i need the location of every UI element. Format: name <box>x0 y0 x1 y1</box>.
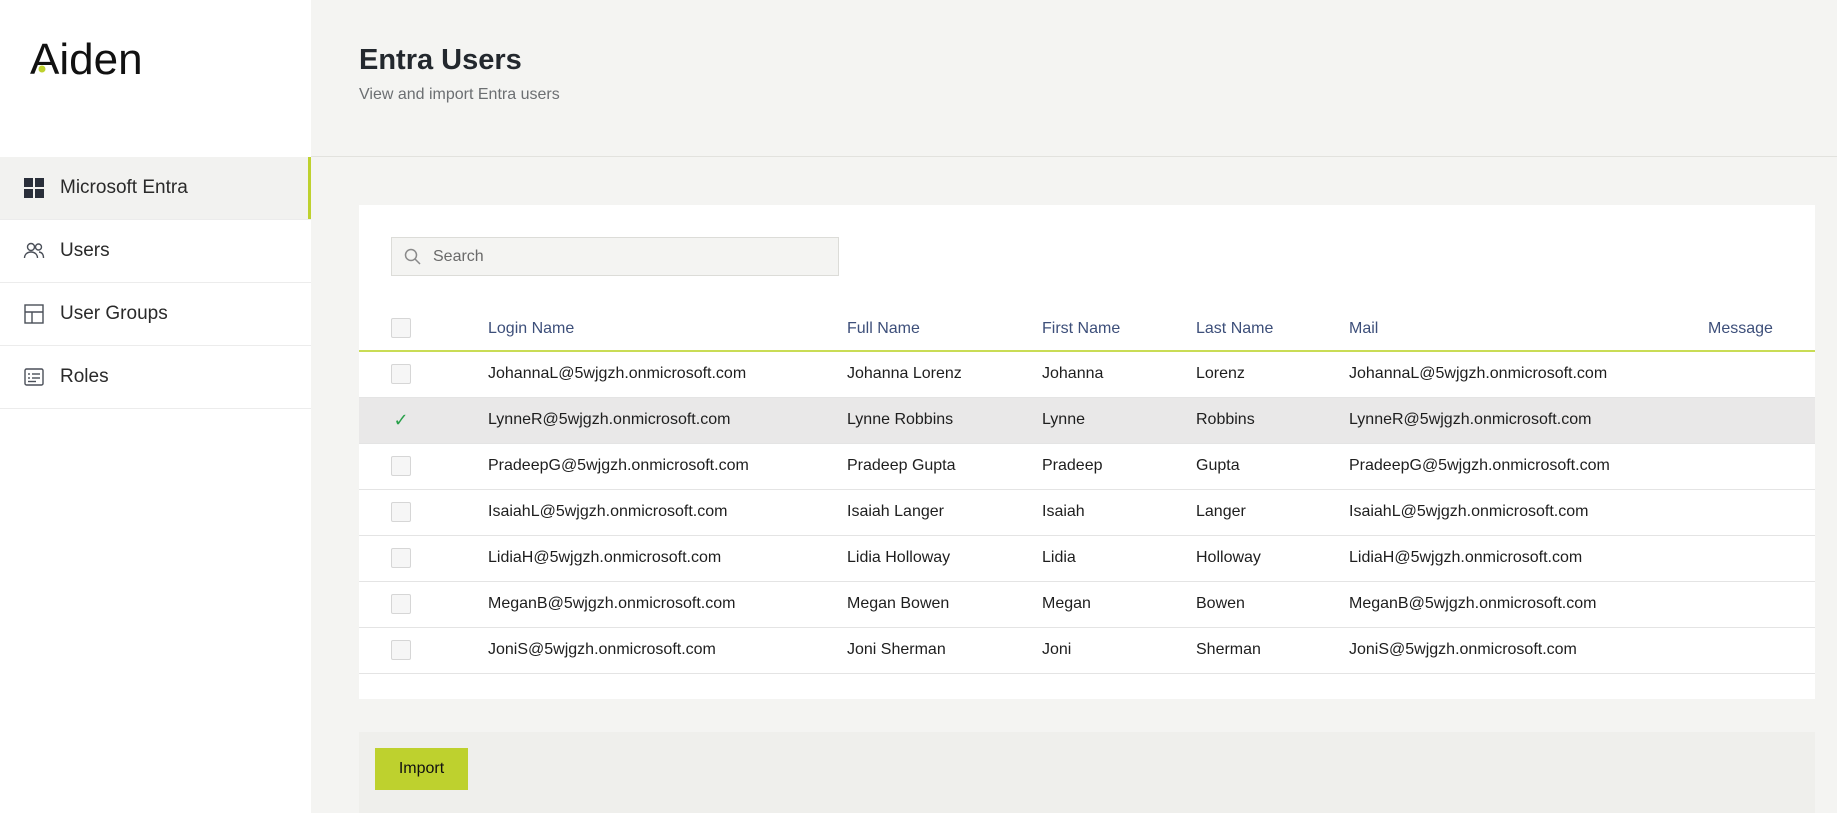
cell-mail: PradeepG@5wjgzh.onmicrosoft.com <box>1349 457 1610 474</box>
cell-full-name: Megan Bowen <box>847 595 950 612</box>
svg-text:Aiden: Aiden <box>30 38 143 84</box>
table-row[interactable]: LidiaH@5wjgzh.onmicrosoft.com Lidia Holl… <box>359 535 1815 581</box>
logo-mark: Aiden <box>30 38 143 84</box>
search-box[interactable] <box>391 237 839 276</box>
cell-login-name: JohannaL@5wjgzh.onmicrosoft.com <box>488 365 747 383</box>
row-checkbox[interactable] <box>391 594 411 614</box>
column-mail[interactable]: Mail <box>1349 305 1708 351</box>
cell-first-name: Isaiah <box>1042 503 1085 520</box>
cell-last-name: Sherman <box>1196 641 1261 658</box>
checkmark-icon[interactable]: ✓ <box>391 410 411 431</box>
row-checkbox[interactable] <box>391 456 411 476</box>
cell-first-name: Lidia <box>1042 549 1076 566</box>
column-message[interactable]: Message <box>1708 305 1815 351</box>
cell-mail: JoniS@5wjgzh.onmicrosoft.com <box>1349 641 1577 658</box>
cell-login-name: PradeepG@5wjgzh.onmicrosoft.com <box>488 457 749 474</box>
sidebar-item-user-groups[interactable]: User Groups <box>0 283 311 346</box>
select-all-cell <box>359 305 488 351</box>
action-bar: Import <box>359 732 1815 813</box>
cell-last-name: Robbins <box>1196 411 1255 428</box>
column-last-name[interactable]: Last Name <box>1196 305 1349 351</box>
sidebar-item-label: Roles <box>60 366 109 387</box>
page-header: Entra Users View and import Entra users <box>311 0 1837 157</box>
table-row[interactable]: IsaiahL@5wjgzh.onmicrosoft.com Isaiah La… <box>359 489 1815 535</box>
sidebar-item-label: Users <box>60 240 110 261</box>
cell-last-name: Lorenz <box>1196 365 1245 383</box>
sidebar: Aiden Microsoft Entra Users User Groups <box>0 0 311 813</box>
aiden-logo[interactable]: Aiden <box>30 38 178 84</box>
cell-login-name: LynneR@5wjgzh.onmicrosoft.com <box>488 411 731 428</box>
table-row[interactable]: JoniS@5wjgzh.onmicrosoft.com Joni Sherma… <box>359 627 1815 673</box>
cell-first-name: Pradeep <box>1042 457 1103 474</box>
cell-last-name: Langer <box>1196 503 1246 520</box>
cell-first-name: Megan <box>1042 595 1091 612</box>
row-checkbox[interactable] <box>391 364 411 385</box>
cell-message <box>1708 351 1815 397</box>
grid-icon <box>23 177 45 199</box>
cell-mail: MeganB@5wjgzh.onmicrosoft.com <box>1349 595 1597 612</box>
cell-first-name: Lynne <box>1042 411 1085 428</box>
row-checkbox[interactable] <box>391 502 411 522</box>
row-select-cell: ✓ <box>359 397 488 443</box>
table-row[interactable]: MeganB@5wjgzh.onmicrosoft.com Megan Bowe… <box>359 581 1815 627</box>
cell-full-name: Lynne Robbins <box>847 411 954 428</box>
select-all-checkbox[interactable] <box>391 318 411 338</box>
row-select-cell <box>359 489 488 535</box>
cell-mail: LidiaH@5wjgzh.onmicrosoft.com <box>1349 549 1583 566</box>
row-select-cell <box>359 627 488 673</box>
row-select-cell <box>359 351 488 397</box>
cell-last-name: Gupta <box>1196 457 1240 474</box>
cell-last-name: Bowen <box>1196 595 1245 612</box>
sidebar-nav: Microsoft Entra Users User Groups Roles <box>0 157 311 409</box>
page-title: Entra Users <box>359 44 522 76</box>
cell-mail: IsaiahL@5wjgzh.onmicrosoft.com <box>1349 503 1589 520</box>
cell-full-name: Lidia Holloway <box>847 549 951 566</box>
sidebar-item-label: User Groups <box>60 303 168 324</box>
cell-full-name: Pradeep Gupta <box>847 457 956 474</box>
search-icon <box>404 248 421 265</box>
users-icon <box>23 240 45 262</box>
cell-mail: LynneR@5wjgzh.onmicrosoft.com <box>1349 411 1592 428</box>
row-checkbox[interactable] <box>391 640 411 660</box>
cell-mail: JohannaL@5wjgzh.onmicrosoft.com <box>1349 365 1608 383</box>
cell-message <box>1708 581 1815 627</box>
cell-login-name: JoniS@5wjgzh.onmicrosoft.com <box>488 641 716 658</box>
id-card-icon <box>23 366 45 388</box>
cell-message <box>1708 489 1815 535</box>
table-header-row: Login Name Full Name First Name Last Nam… <box>359 305 1815 351</box>
users-panel: Login Name Full Name First Name Last Nam… <box>359 205 1815 699</box>
cell-login-name: LidiaH@5wjgzh.onmicrosoft.com <box>488 549 722 566</box>
sidebar-item-microsoft-entra[interactable]: Microsoft Entra <box>0 157 311 220</box>
cell-first-name: Joni <box>1042 641 1072 658</box>
sidebar-item-roles[interactable]: Roles <box>0 346 311 409</box>
cell-full-name: Johanna Lorenz <box>847 365 962 383</box>
cell-message <box>1708 627 1815 673</box>
row-select-cell <box>359 581 488 627</box>
row-checkbox[interactable] <box>391 548 411 568</box>
table-row[interactable]: PradeepG@5wjgzh.onmicrosoft.com Pradeep … <box>359 443 1815 489</box>
search-input[interactable] <box>433 247 838 266</box>
cell-message <box>1708 535 1815 581</box>
sidebar-item-users[interactable]: Users <box>0 220 311 283</box>
cell-login-name: MeganB@5wjgzh.onmicrosoft.com <box>488 595 736 612</box>
table-row[interactable]: ✓ LynneR@5wjgzh.onmicrosoft.com Lynne Ro… <box>359 397 1815 443</box>
page-subtitle: View and import Entra users <box>359 86 560 103</box>
cell-full-name: Joni Sherman <box>847 641 946 658</box>
cell-message <box>1708 397 1815 443</box>
cell-login-name: IsaiahL@5wjgzh.onmicrosoft.com <box>488 503 728 520</box>
cell-last-name: Holloway <box>1196 549 1261 566</box>
cell-first-name: Johanna <box>1042 365 1104 383</box>
row-select-cell <box>359 535 488 581</box>
column-first-name[interactable]: First Name <box>1042 305 1196 351</box>
column-full-name[interactable]: Full Name <box>847 305 1042 351</box>
users-table: Login Name Full Name First Name Last Nam… <box>359 305 1815 674</box>
cell-full-name: Isaiah Langer <box>847 503 944 520</box>
row-select-cell <box>359 443 488 489</box>
sidebar-item-label: Microsoft Entra <box>60 177 188 198</box>
table-row[interactable]: JohannaL@5wjgzh.onmicrosoft.com Johanna … <box>359 351 1815 397</box>
cell-message <box>1708 443 1815 489</box>
layout-icon <box>23 303 45 325</box>
import-button[interactable]: Import <box>375 748 468 790</box>
column-login-name[interactable]: Login Name <box>488 305 847 351</box>
